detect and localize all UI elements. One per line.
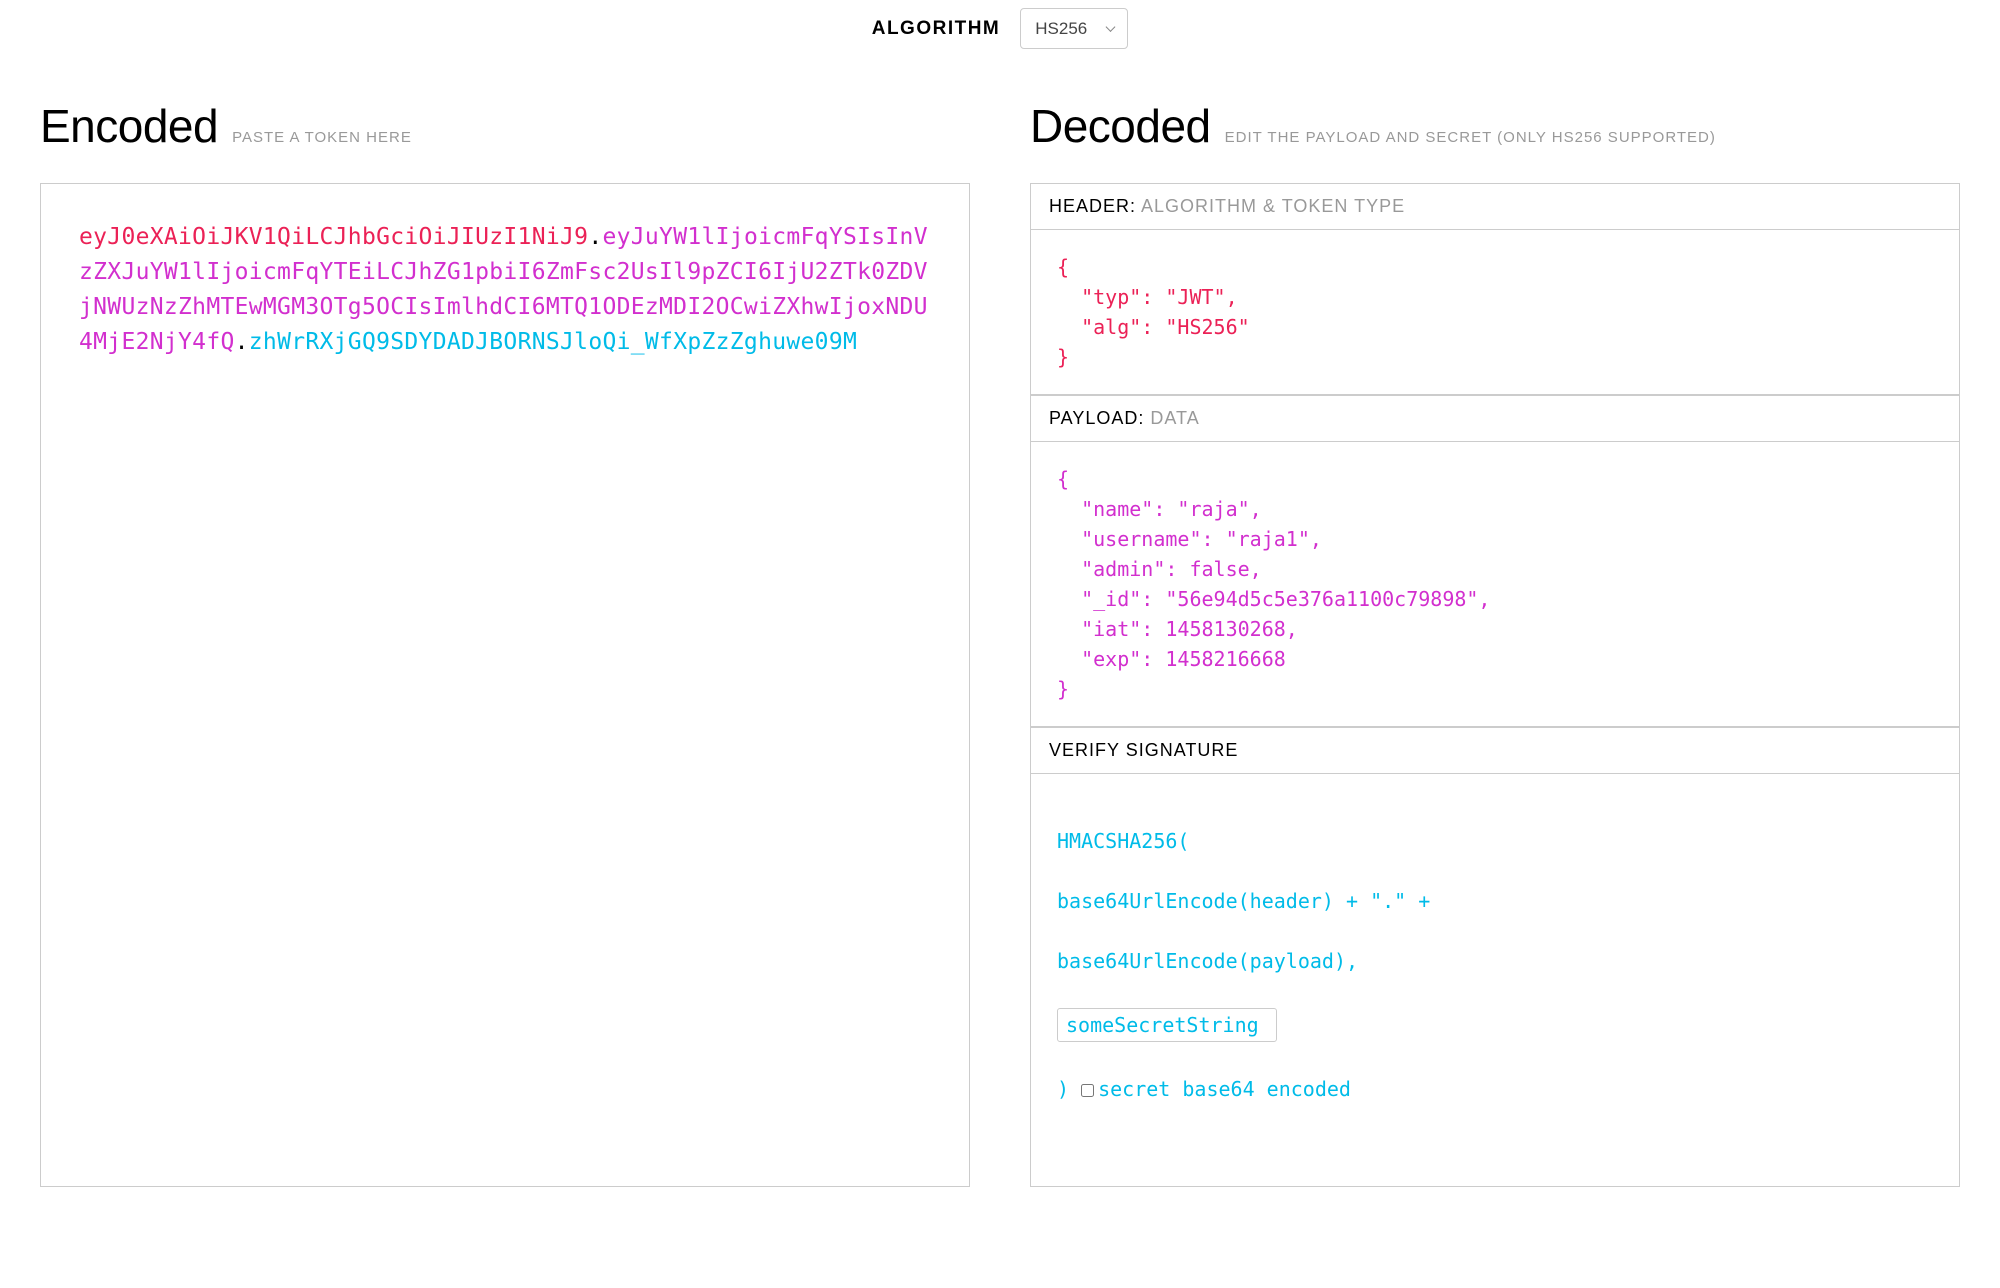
decoded-header-desc: ALGORITHM & TOKEN TYPE	[1141, 196, 1405, 216]
decoded-signature-label: VERIFY SIGNATURE	[1049, 740, 1238, 760]
secret-base64-label: secret base64 encoded	[1098, 1077, 1351, 1101]
encoded-column: Encoded PASTE A TOKEN HERE eyJ0eXAiOiJKV…	[40, 99, 970, 1187]
decoded-header-segment: HEADER: ALGORITHM & TOKEN TYPE { "typ": …	[1031, 184, 1959, 395]
encoded-token-header: eyJ0eXAiOiJKV1QiLCJhbGciOiJIUzI1NiJ9	[79, 224, 588, 250]
signature-secret-line	[1057, 1006, 1933, 1044]
signature-line-2: base64UrlEncode(header) + "." +	[1057, 886, 1933, 916]
decoded-header-label: HEADER:	[1049, 196, 1136, 216]
decoded-signature-body: HMACSHA256( base64UrlEncode(header) + ".…	[1031, 774, 1959, 1186]
decoded-subtitle: EDIT THE PAYLOAD AND SECRET (ONLY HS256 …	[1225, 129, 1716, 146]
decoded-payload-title: PAYLOAD: DATA	[1031, 395, 1959, 442]
signature-close-paren: )	[1057, 1077, 1081, 1101]
decoded-payload-label: PAYLOAD:	[1049, 408, 1144, 428]
algorithm-select[interactable]: HS256	[1020, 8, 1128, 49]
decoded-title: Decoded	[1030, 99, 1211, 153]
decoded-signature-title: VERIFY SIGNATURE	[1031, 727, 1959, 774]
decoded-payload-desc: DATA	[1150, 408, 1199, 428]
signature-close-line: ) secret base64 encoded	[1057, 1074, 1933, 1104]
decoded-header-body[interactable]: { "typ": "JWT", "alg": "HS256" }	[1031, 230, 1959, 395]
decoded-heading: Decoded EDIT THE PAYLOAD AND SECRET (ONL…	[1030, 99, 1960, 153]
decoded-payload-body[interactable]: { "name": "raja", "username": "raja1", "…	[1031, 442, 1959, 727]
main-columns: Encoded PASTE A TOKEN HERE eyJ0eXAiOiJKV…	[40, 99, 1960, 1187]
signature-line-1: HMACSHA256(	[1057, 826, 1933, 856]
secret-base64-checkbox[interactable]	[1081, 1084, 1094, 1097]
encoded-title: Encoded	[40, 99, 218, 153]
algorithm-select-wrap: HS256	[1020, 8, 1128, 49]
algorithm-selector-row: ALGORITHM HS256	[40, 8, 1960, 49]
decoded-signature-segment: VERIFY SIGNATURE HMACSHA256( base64UrlEn…	[1031, 727, 1959, 1186]
encoded-token-dot-2: .	[235, 329, 249, 355]
encoded-token-box[interactable]: eyJ0eXAiOiJKV1QiLCJhbGciOiJIUzI1NiJ9.eyJ…	[40, 183, 970, 1187]
decoded-box: HEADER: ALGORITHM & TOKEN TYPE { "typ": …	[1030, 183, 1960, 1187]
encoded-subtitle: PASTE A TOKEN HERE	[232, 129, 412, 146]
decoded-payload-segment: PAYLOAD: DATA { "name": "raja", "usernam…	[1031, 395, 1959, 727]
secret-input[interactable]	[1057, 1008, 1277, 1042]
encoded-heading: Encoded PASTE A TOKEN HERE	[40, 99, 970, 153]
signature-line-3: base64UrlEncode(payload),	[1057, 946, 1933, 976]
decoded-column: Decoded EDIT THE PAYLOAD AND SECRET (ONL…	[1030, 99, 1960, 1187]
algorithm-label: ALGORITHM	[872, 18, 1001, 40]
decoded-header-title: HEADER: ALGORITHM & TOKEN TYPE	[1031, 184, 1959, 230]
encoded-token-dot-1: .	[588, 224, 602, 250]
encoded-token-signature: zhWrRXjGQ9SDYDADJBORNSJloQi_WfXpZzZghuwe…	[249, 329, 857, 355]
